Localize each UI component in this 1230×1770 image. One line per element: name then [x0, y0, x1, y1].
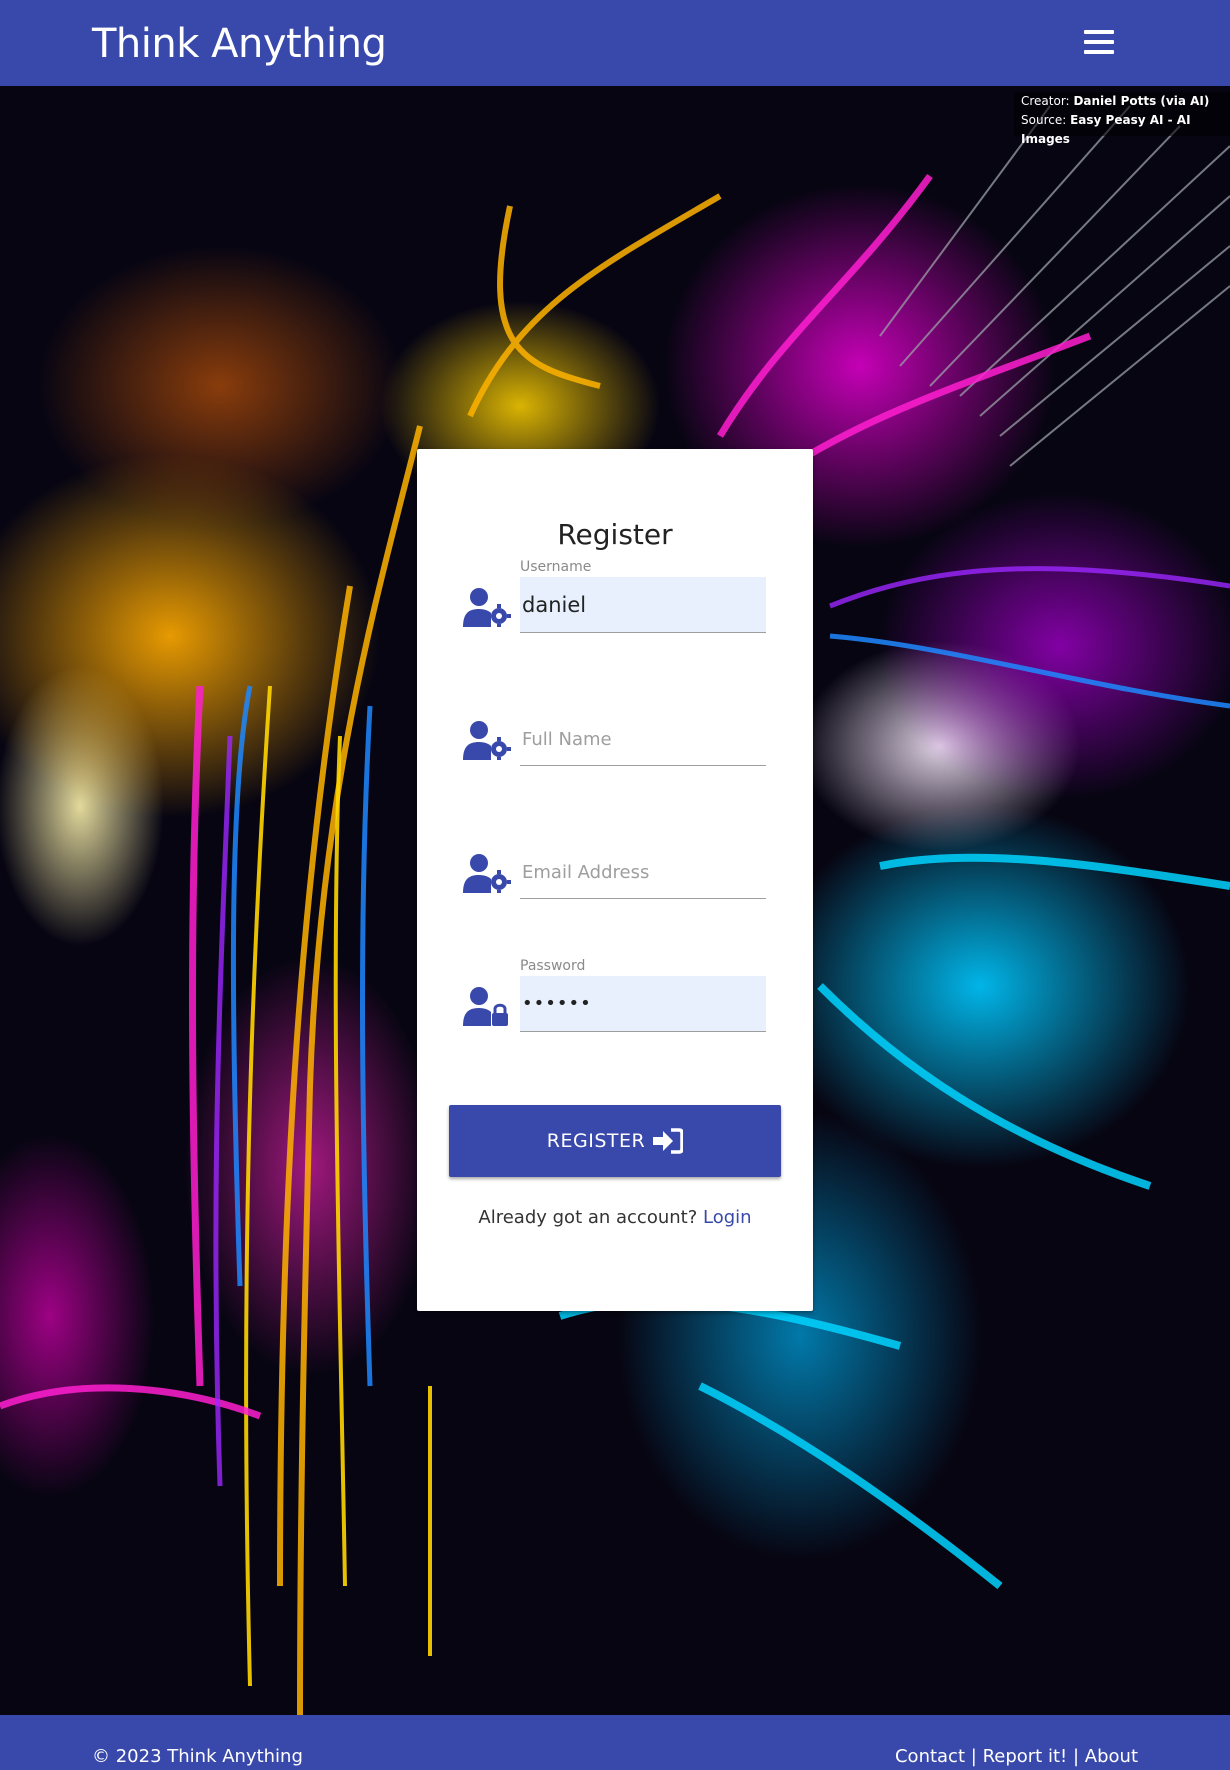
user-lock-icon	[463, 987, 508, 1026]
hamburger-icon[interactable]	[1084, 28, 1114, 56]
creator-value: Daniel Potts (via AI)	[1073, 94, 1210, 108]
email-field	[463, 833, 768, 899]
password-label: Password	[520, 958, 586, 974]
source-label: Source:	[1021, 113, 1067, 127]
report-link[interactable]: Report it!	[983, 1746, 1068, 1767]
sign-in-icon	[653, 1128, 684, 1154]
register-card: Register Username daniel Full Name Email…	[417, 449, 813, 1311]
image-credit: Creator: Daniel Potts (via AI) Source: E…	[1014, 92, 1230, 146]
register-button[interactable]: REGISTER	[449, 1105, 781, 1177]
username-label: Username	[520, 559, 592, 575]
fullname-input[interactable]	[520, 710, 766, 766]
footer-links: Contact | Report it! | About	[895, 1745, 1138, 1769]
login-link[interactable]: Login	[703, 1207, 752, 1228]
username-input[interactable]	[520, 577, 766, 633]
footer: © 2023 Think Anything Contact | Report i…	[0, 1715, 1230, 1770]
creator-label: Creator:	[1021, 94, 1070, 108]
username-field: Username	[463, 559, 768, 633]
user-gear-icon	[463, 721, 511, 760]
login-prompt: Already got an account? Login	[417, 1206, 813, 1230]
about-link[interactable]: About	[1085, 1746, 1138, 1767]
password-field: Password	[463, 958, 768, 1032]
register-button-label: REGISTER	[546, 1130, 646, 1152]
brand-title[interactable]: Think Anything	[92, 18, 387, 70]
email-input[interactable]	[520, 843, 766, 899]
user-gear-icon	[463, 854, 511, 893]
footer-separator: |	[970, 1746, 977, 1767]
copyright-text: © 2023 Think Anything	[92, 1746, 303, 1767]
contact-link[interactable]: Contact	[895, 1746, 965, 1767]
login-prompt-text: Already got an account?	[478, 1207, 698, 1228]
fullname-field	[463, 700, 768, 766]
footer-separator: |	[1072, 1746, 1080, 1767]
register-title: Register	[557, 518, 673, 551]
user-gear-icon	[463, 588, 511, 627]
password-input[interactable]	[520, 976, 766, 1032]
top-navbar: Think Anything	[0, 0, 1230, 86]
